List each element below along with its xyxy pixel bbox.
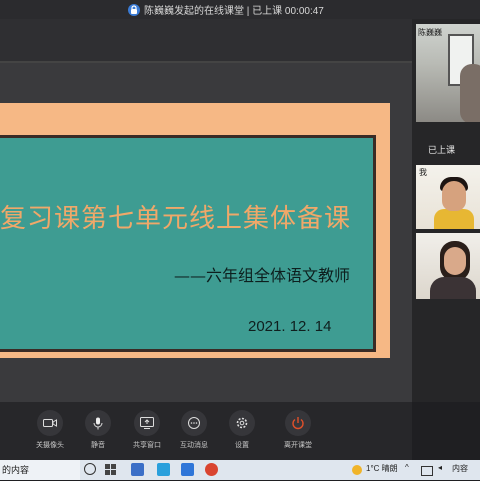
taskbar-right-text: 内容 xyxy=(452,464,468,473)
participant-face xyxy=(444,247,466,275)
class-status-label: 已上课 xyxy=(428,145,456,155)
classroom-app-icon[interactable] xyxy=(181,463,194,476)
participant-silhouette xyxy=(460,64,480,122)
task-view-icon[interactable] xyxy=(84,463,96,475)
weather-sun-icon xyxy=(352,465,362,475)
participant-body xyxy=(434,209,474,229)
button-label: 关摄像头 xyxy=(36,442,64,449)
button-label: 互动消息 xyxy=(180,442,208,449)
participant-name: 我 xyxy=(419,168,427,177)
button-label: 设置 xyxy=(235,442,249,449)
taskbar-search-box[interactable]: 的内容 xyxy=(0,460,80,480)
share-window-button[interactable]: 共享窗口 xyxy=(125,410,169,450)
weather-text: 1°C 晴朗 xyxy=(366,464,398,473)
chat-icon xyxy=(181,410,207,436)
screen-share-icon xyxy=(134,410,160,436)
microphone-icon xyxy=(85,410,111,436)
button-label: 静音 xyxy=(91,442,105,449)
settings-button[interactable]: 设置 xyxy=(220,410,264,450)
stage-top-bar xyxy=(0,19,412,61)
interactive-messages-button[interactable]: 互动消息 xyxy=(172,410,216,450)
mail-app-icon[interactable] xyxy=(131,463,144,476)
slide-date: 2021. 12. 14 xyxy=(248,318,332,335)
participant-video-self[interactable]: 我 xyxy=(416,165,480,229)
lock-icon xyxy=(128,3,140,16)
camera-icon xyxy=(37,410,63,436)
window-title: 陈巍巍发起的在线课堂 | 已上课 00:00:47 xyxy=(144,6,324,17)
network-icon[interactable] xyxy=(421,466,433,476)
participant-face xyxy=(442,181,466,211)
power-icon xyxy=(285,410,311,436)
window-title-group: 陈巍巍发起的在线课堂 | 已上课 00:00:47 xyxy=(128,2,324,17)
button-label: 离开课堂 xyxy=(284,442,312,449)
slide-subtitle: ——六年组全体语文教师 xyxy=(174,266,351,285)
volume-icon[interactable]: ◂ xyxy=(438,463,442,472)
gear-icon xyxy=(229,410,255,436)
app-grid-icon[interactable] xyxy=(104,463,117,476)
mute-button[interactable]: 静音 xyxy=(76,410,120,450)
tray-arrow-icon[interactable]: ^ xyxy=(405,463,409,472)
participant-video-teacher[interactable]: 陈巍巍 xyxy=(416,24,480,122)
participant-video-3[interactable] xyxy=(416,233,480,299)
participant-name: 陈巍巍 xyxy=(418,28,442,37)
participant-body xyxy=(430,277,476,299)
leave-class-button[interactable]: 离开课堂 xyxy=(276,410,320,450)
camera-toggle-button[interactable]: 关摄像头 xyxy=(28,410,72,450)
browser-app-icon[interactable] xyxy=(157,463,170,476)
slide-title: 复习课第七单元线上集体备课 xyxy=(0,204,352,234)
divider xyxy=(0,61,412,63)
button-label: 共享窗口 xyxy=(133,442,161,449)
media-app-icon[interactable] xyxy=(205,463,218,476)
